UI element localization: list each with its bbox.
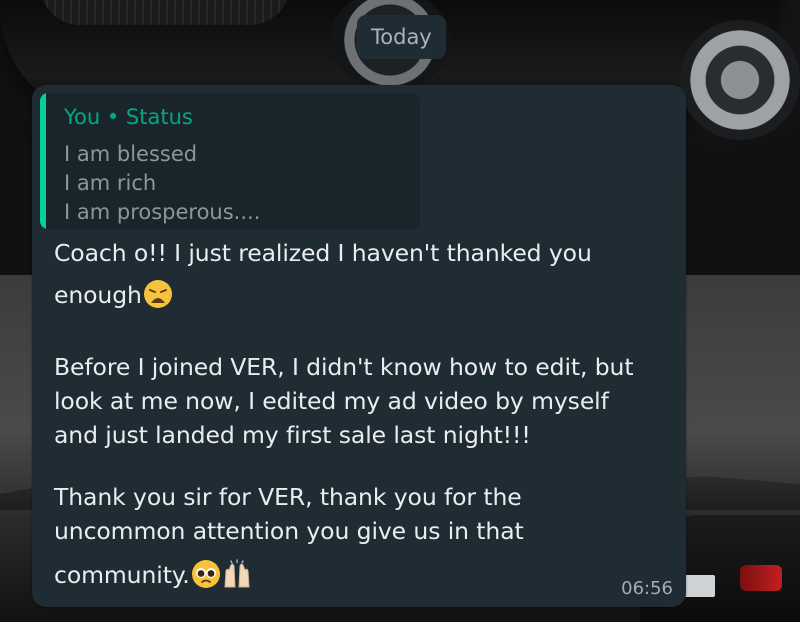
chat-screen: Today You • Status I am blessed I am ric… <box>0 0 800 622</box>
quote-accent-bar <box>40 93 46 229</box>
message-line: community. <box>54 559 252 589</box>
raising-hands-icon <box>224 559 250 588</box>
message-text: community. <box>54 561 190 589</box>
message-line: look at me now, I edited my ad video by … <box>54 387 609 415</box>
message-line: and just landed my first sale last night… <box>54 421 531 449</box>
car-grille-decor <box>40 0 290 25</box>
date-divider-chip: Today <box>357 15 446 59</box>
quoted-author: You • Status <box>64 105 193 129</box>
message-timestamp: 06:56 <box>621 578 673 599</box>
quoted-status-reply[interactable]: You • Status I am blessed I am rich I am… <box>40 93 420 229</box>
pleading-face-icon <box>191 560 220 588</box>
message-line: Coach o!! I just realized I haven't than… <box>54 239 592 267</box>
quoted-line: I am prosperous.... <box>64 200 261 224</box>
quoted-line: I am rich <box>64 171 157 195</box>
message-line: Thank you sir for VER, thank you for the <box>54 483 522 511</box>
taillight-decor <box>740 565 782 591</box>
message-bubble[interactable]: You • Status I am blessed I am rich I am… <box>32 85 686 607</box>
car-wheel-decor <box>680 20 800 140</box>
message-text: Coach o!! I just realized I haven't than… <box>54 239 592 267</box>
message-line: enough <box>54 279 173 309</box>
weary-face-icon <box>143 280 172 308</box>
quoted-line: I am blessed <box>64 142 198 166</box>
message-line: Before I joined VER, I didn't know how t… <box>54 353 634 381</box>
message-line: uncommon attention you give us in that <box>54 517 524 545</box>
message-text: enough <box>54 281 142 309</box>
